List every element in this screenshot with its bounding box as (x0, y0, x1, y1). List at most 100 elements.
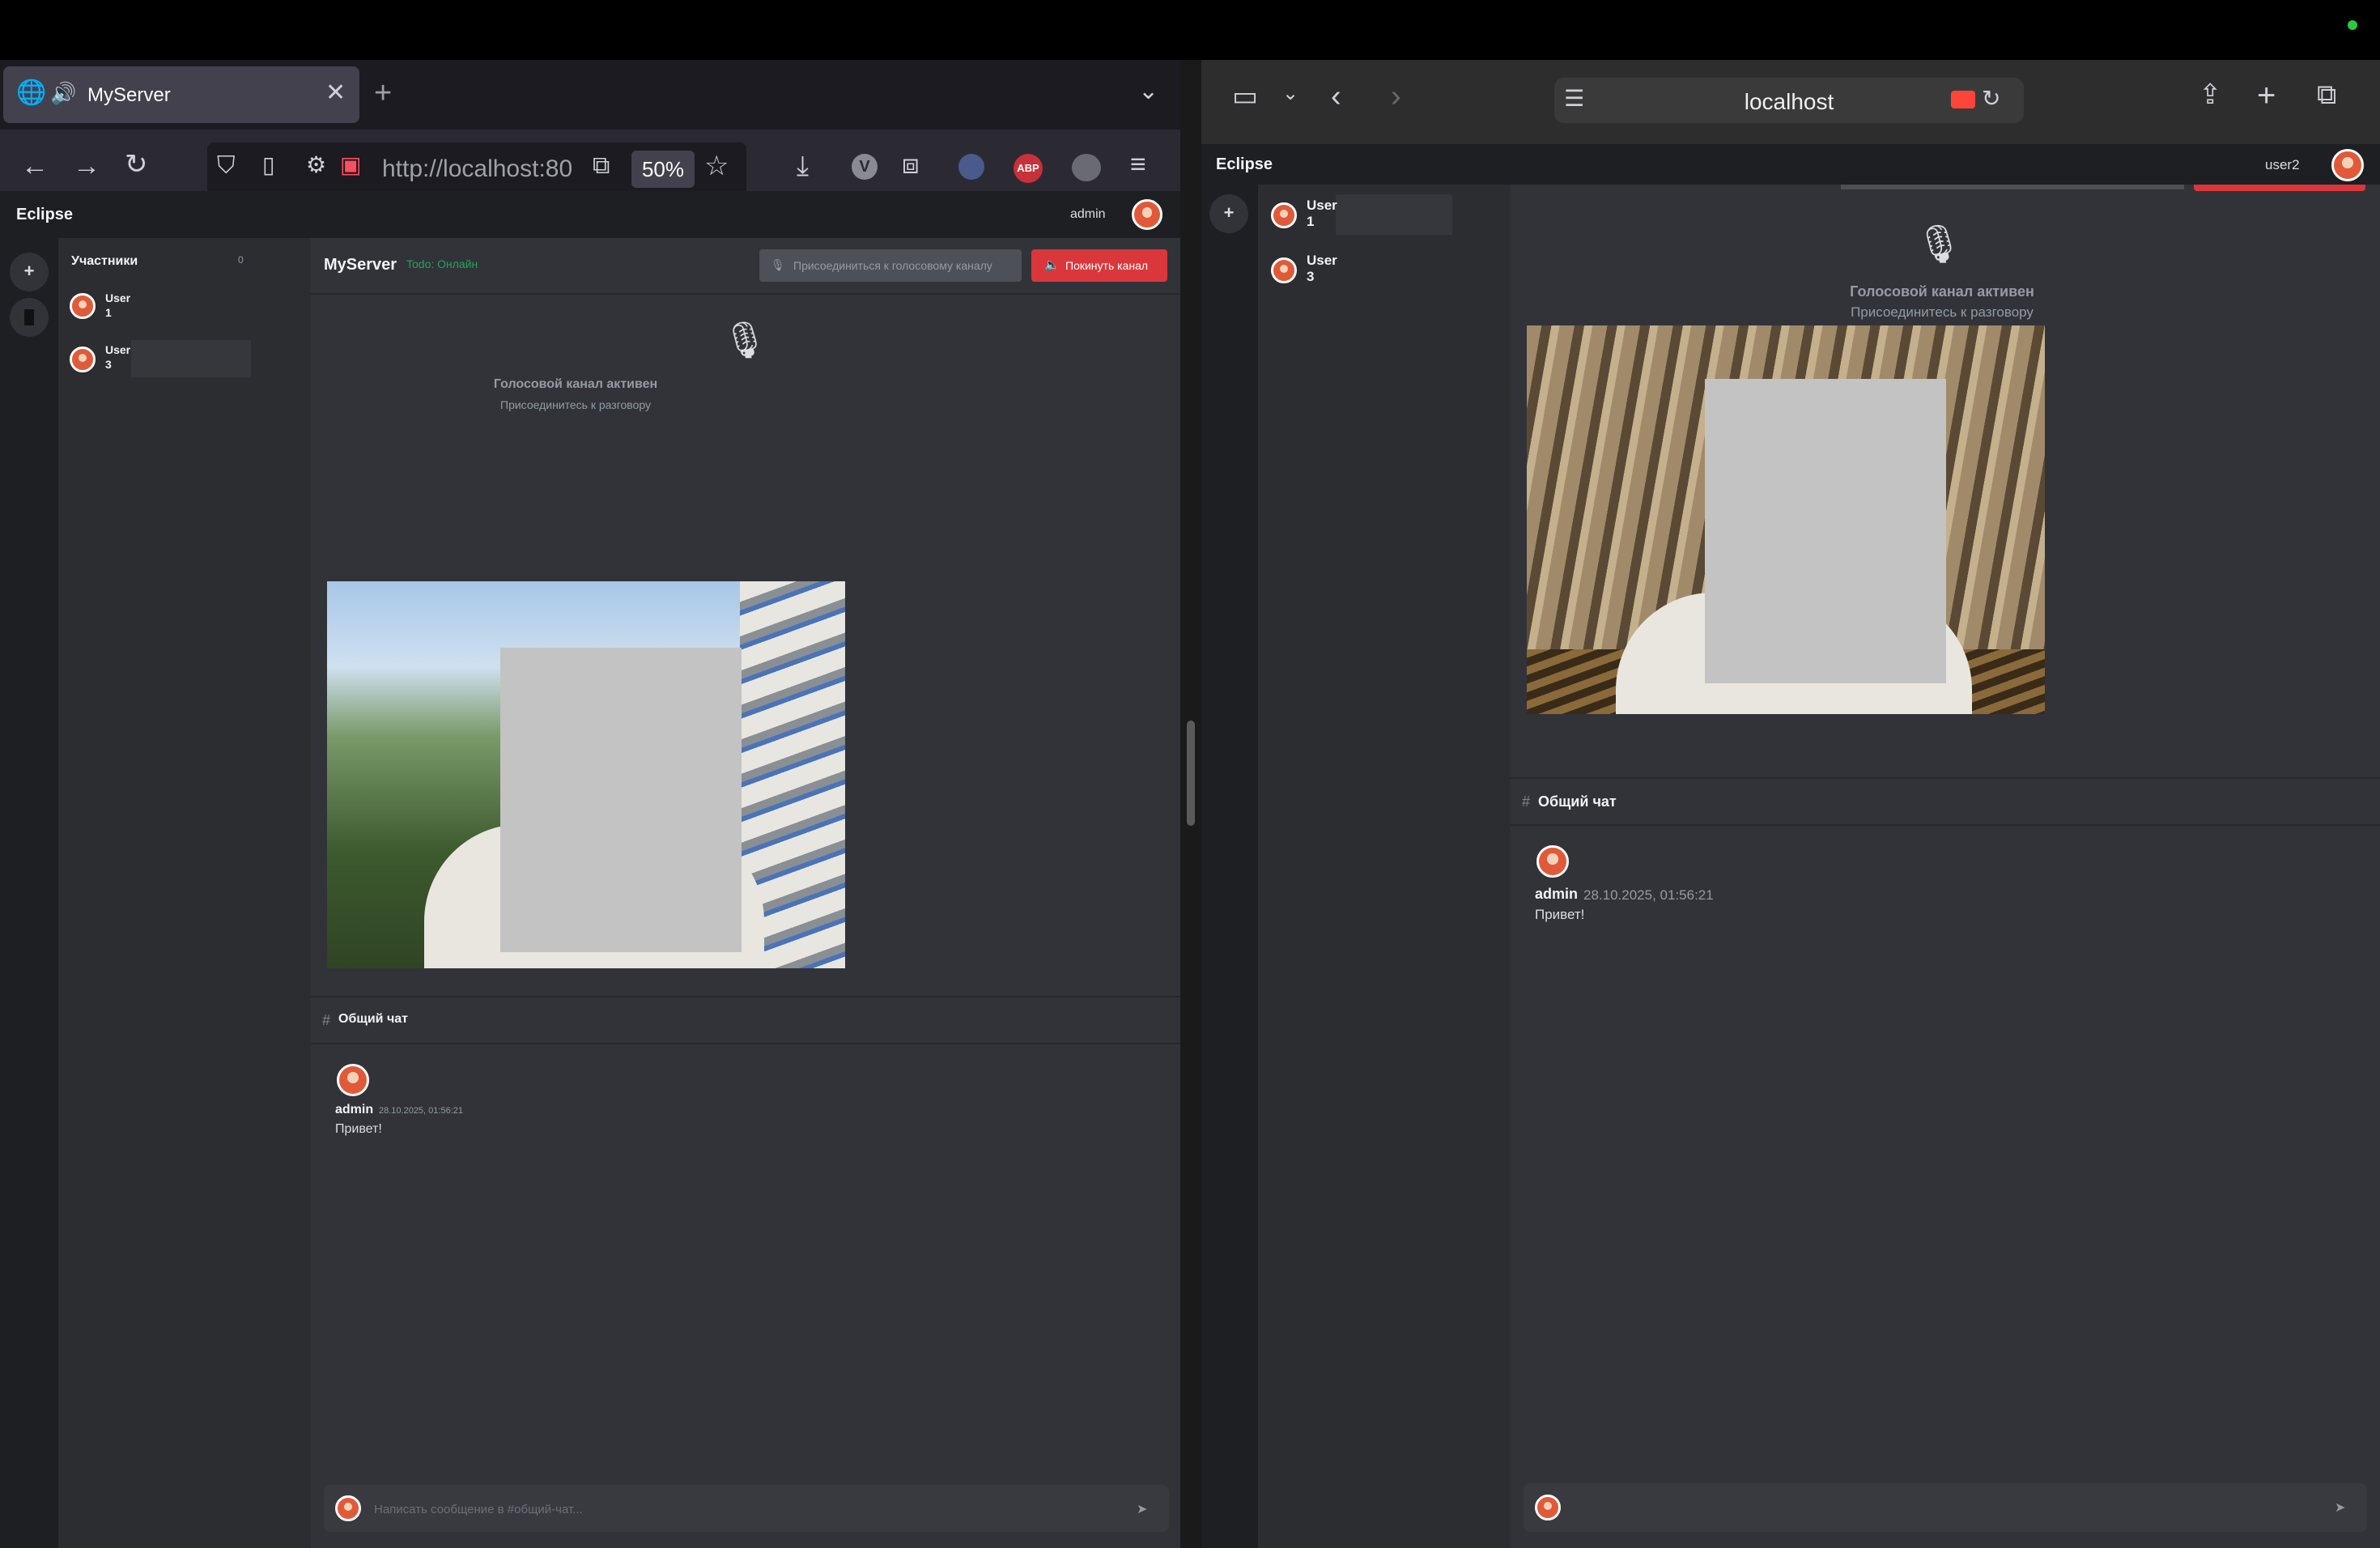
ghost-icon[interactable] (1072, 154, 1101, 181)
web-app: Eclipse user2 + User 1 User 3 🎙 Голосово… (1201, 144, 2380, 1548)
star-icon[interactable]: ☆ (704, 152, 729, 180)
avatar[interactable] (1536, 845, 1569, 878)
add-server-button[interactable]: + (1209, 194, 1248, 233)
message-composer[interactable]: Написать сообщение в #общий-чат... ➤ (324, 1485, 1169, 1532)
chevron-down-icon[interactable]: ⌄ (1138, 79, 1158, 104)
server-rail: + (1201, 185, 1258, 1548)
split-handle[interactable] (1187, 721, 1195, 826)
microphone-icon: 🎙 (771, 258, 785, 271)
forward-icon: › (1391, 79, 1401, 113)
chat-message: admin 28.10.2025, 01:56:21 Привет! (311, 1051, 1180, 1140)
join-voice-button[interactable]: 🎙 Присоединиться к голосовому каналу (759, 249, 1022, 282)
member-item[interactable]: User 1 (1258, 194, 1452, 240)
server-status: Todo: Онлайн (406, 257, 478, 270)
url-bar[interactable]: ☰ localhost ↻ (1554, 78, 2024, 123)
avatar (70, 293, 96, 319)
message-input[interactable] (1574, 1501, 2302, 1516)
sidebar-icon[interactable]: ▭ (1232, 83, 1258, 110)
leave-channel-label: Покинуть канал (1065, 259, 1149, 272)
camera-icon[interactable]: ▣ (340, 154, 361, 176)
shield-icon[interactable]: ⛉ (217, 154, 236, 178)
page-icon[interactable]: ▯ (262, 154, 274, 176)
share-icon[interactable]: ⇪ (2199, 81, 2222, 108)
video-tile[interactable] (1527, 325, 2045, 714)
url-text[interactable]: http://localhost:80 (382, 155, 584, 183)
camera-indicator (2348, 20, 2357, 30)
avatar[interactable] (2331, 149, 2364, 181)
member-item[interactable]: User 1 (58, 285, 251, 334)
extensions-icon[interactable]: ⧈ (902, 151, 920, 178)
avatar[interactable] (337, 1064, 369, 1096)
firefox-window: 🌐 🔊 MyServer ✕ + ⌄ ← → ↻ ⛉ ▯ ⚙ ▣ http://… (0, 60, 1180, 1548)
safari-window: ▭ ⌄ ‹ › ☰ localhost ↻ ⇪ + ⧉ Eclipse user… (1201, 60, 2380, 1548)
message-author[interactable]: admin (335, 1103, 373, 1117)
chat-header: # Общий чат (1511, 777, 2380, 826)
tabs-overview-icon[interactable]: ⧉ (2317, 81, 2336, 108)
member-item[interactable]: User 3 (1258, 249, 1452, 295)
member-name: User (1307, 253, 1337, 268)
server-rail: + (0, 238, 58, 1548)
join-voice-button[interactable] (1841, 185, 2184, 189)
reload-icon[interactable]: ↻ (1982, 87, 2000, 110)
member-hover-bg (131, 340, 251, 377)
camera-icon[interactable] (1951, 91, 1975, 108)
member-name-2: 1 (1307, 214, 1315, 229)
close-tab-icon[interactable]: ✕ (325, 81, 346, 105)
back-icon[interactable]: ‹ (1331, 81, 1341, 112)
v-extension-icon[interactable]: V (852, 154, 878, 180)
tab-myserver[interactable]: 🌐 🔊 MyServer ✕ (3, 66, 359, 123)
microphone-icon: 🎙 (1915, 223, 1963, 265)
member-name-2: 3 (1307, 269, 1315, 284)
abp-icon[interactable]: ABP (1014, 154, 1043, 183)
circle-extension-icon[interactable] (958, 154, 984, 180)
members-panel: User 1 User 3 (1258, 185, 1452, 1548)
new-tab-icon[interactable]: + (2257, 79, 2276, 112)
avatar (1535, 1495, 1561, 1520)
message-input[interactable]: Написать сообщение в #общий-чат... (374, 1503, 583, 1516)
chevron-down-icon[interactable]: ⌄ (1282, 84, 1298, 104)
member-name: User (1307, 198, 1337, 213)
server-header: MyServer Todo: Онлайн 🎙 Присоединиться к… (311, 238, 1180, 295)
menu-icon[interactable]: ≡ (1130, 151, 1146, 178)
send-icon[interactable]: ➤ (2335, 1499, 2345, 1516)
member-name: User (105, 343, 131, 356)
tab-title: MyServer (87, 84, 171, 106)
speaker-icon[interactable]: 🔊 (50, 83, 76, 104)
hash-icon: # (1522, 793, 1531, 810)
tab-strip: 🌐 🔊 MyServer ✕ + ⌄ (0, 60, 1180, 130)
reload-icon[interactable]: ↻ (125, 151, 148, 178)
url-bar[interactable]: ⛉ ▯ ⚙ ▣ http://localhost:80 ⧉ 50% ☆ (207, 142, 746, 196)
message-composer[interactable]: ➤ (1524, 1483, 2367, 1532)
channel-gutter (1452, 185, 1511, 1548)
zoom-level[interactable]: 50% (631, 151, 695, 188)
members-count: 0 (238, 254, 244, 266)
voice-title: Голосовой канал активен (1850, 283, 2034, 300)
back-icon[interactable]: ← (21, 152, 49, 180)
main-area: 🎙 Голосовой канал активен Присоединитесь… (1511, 185, 2380, 1548)
reader-icon[interactable]: ⧉ (593, 154, 610, 178)
message-time: 28.10.2025, 01:56:21 (379, 1106, 463, 1116)
hash-icon: # (322, 1012, 331, 1028)
video-tile[interactable] (327, 581, 845, 968)
member-name-2: 1 (105, 306, 112, 319)
member-name: User (105, 291, 131, 304)
join-voice-label: Присоединиться к голосовому каналу (793, 259, 992, 272)
username: user2 (2265, 157, 2300, 172)
permissions-icon[interactable]: ⚙ (306, 154, 326, 176)
send-icon[interactable]: ➤ (1137, 1501, 1147, 1517)
member-hover-bg (1336, 194, 1452, 235)
avatar[interactable] (1132, 199, 1162, 230)
leave-channel-button[interactable] (2194, 185, 2365, 191)
server-icon[interactable] (10, 298, 49, 337)
message-author[interactable]: admin (1535, 886, 1578, 903)
download-icon[interactable]: ⤓ (797, 152, 809, 180)
app-header: Eclipse admin (0, 191, 1180, 238)
add-server-button[interactable]: + (10, 253, 49, 291)
leave-channel-button[interactable]: 🔈 Покинуть канал (1031, 249, 1167, 282)
channel-name: Общий чат (1538, 793, 1617, 810)
new-tab-icon[interactable]: + (374, 78, 392, 108)
username: admin (1070, 207, 1106, 221)
brand: Eclipse (16, 206, 74, 223)
message-text: Привет! (335, 1122, 382, 1136)
forward-icon[interactable]: → (73, 152, 100, 180)
